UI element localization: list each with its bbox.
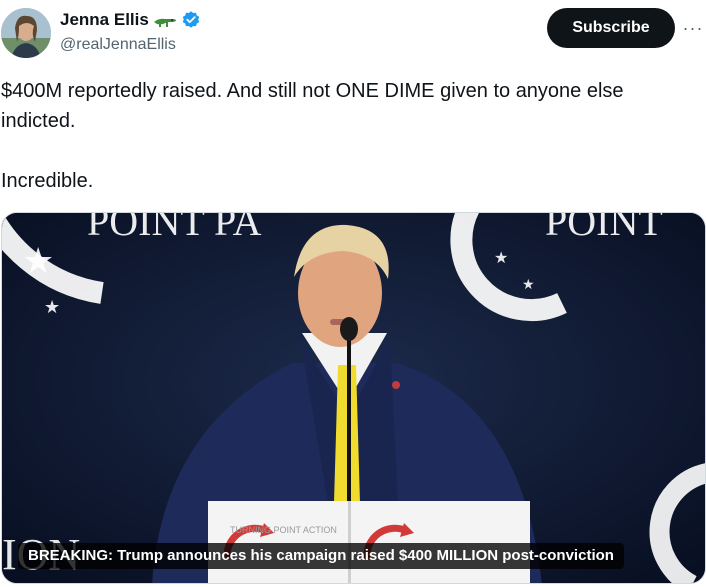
more-options-icon[interactable]: ···: [682, 16, 704, 40]
tweet-text-line: $400M reportedly raised. And still not O…: [1, 80, 624, 132]
svg-text:★: ★: [22, 241, 54, 281]
backdrop-text-left: POINT PA: [87, 213, 262, 244]
svg-text:★: ★: [522, 278, 535, 293]
tweet-text: $400M reportedly raised. And still not O…: [1, 76, 701, 196]
subscribe-button[interactable]: Subscribe: [547, 8, 675, 48]
backdrop-text-right: POINT: [545, 213, 663, 244]
video-player[interactable]: ★ ★ POINT PA ★ ★ POINT ION TURNING P: [1, 212, 706, 584]
handle[interactable]: @realJennaEllis: [60, 36, 176, 54]
avatar[interactable]: [1, 8, 51, 58]
svg-text:★: ★: [44, 297, 60, 317]
tweet-header: Jenna Ellis @realJennaEllis Subscribe ··…: [0, 0, 706, 70]
video-caption: BREAKING: Trump announces his campaign r…: [18, 543, 624, 569]
display-name[interactable]: Jenna Ellis: [60, 10, 149, 30]
avatar-image: [1, 8, 51, 58]
crocodile-icon: [153, 12, 177, 28]
podium-logo-text: TURNING POINT ACTION: [230, 525, 337, 535]
svg-text:★: ★: [494, 250, 508, 267]
video-frame: ★ ★ POINT PA ★ ★ POINT ION TURNING P: [2, 213, 705, 583]
verified-badge-icon[interactable]: [181, 10, 201, 30]
tweet-text-line: Incredible.: [1, 170, 94, 192]
name-row: Jenna Ellis: [60, 10, 201, 30]
